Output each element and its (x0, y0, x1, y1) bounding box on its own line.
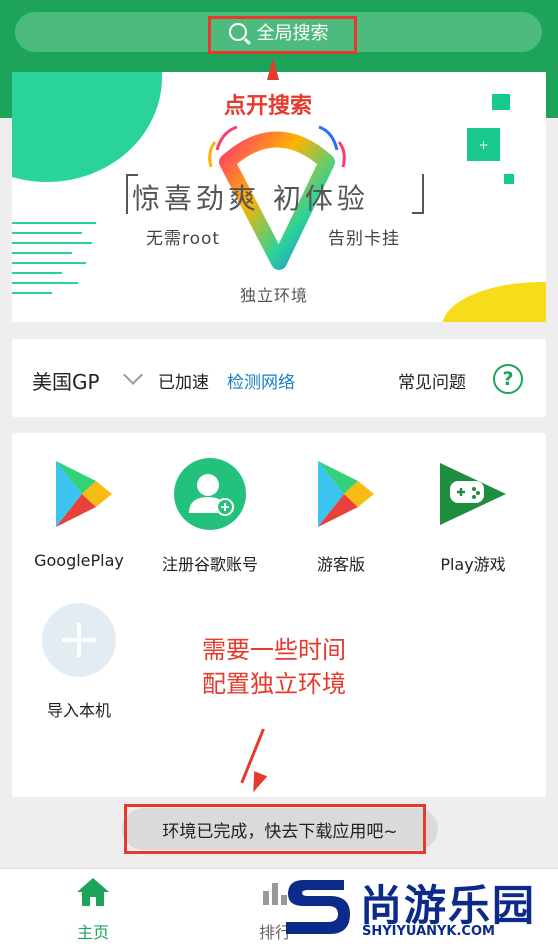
annotation-highlight-status (124, 804, 426, 854)
decor-square (504, 174, 514, 184)
chevron-down-icon[interactable] (123, 365, 143, 385)
app-label: GooglePlay (34, 551, 124, 570)
plus-icon (42, 603, 116, 677)
annotation-wait-line1: 需要一些时间 (202, 636, 346, 664)
register-account-icon (174, 458, 246, 530)
annotation-arrow-up (267, 58, 279, 80)
banner-bottom-tag: 独立环境 (240, 286, 309, 305)
check-network-link[interactable]: 检测网络 (227, 368, 295, 393)
google-play-icon (56, 461, 112, 527)
decor-circle (12, 72, 162, 182)
app-label: 导入本机 (46, 701, 111, 720)
app-play-games[interactable]: Play游戏 (408, 457, 538, 575)
decor-blob (442, 282, 546, 322)
annotation-tap-search: 点开搜索 (224, 94, 313, 119)
network-card: 美国GP 已加速 检测网络 常见问题 ? (12, 339, 546, 417)
app-import-local[interactable]: 导入本机 (14, 603, 144, 721)
app-label: 游客版 (316, 555, 365, 574)
decor-square (492, 94, 510, 110)
app-register-account[interactable]: 注册谷歌账号 (145, 457, 275, 575)
acceleration-status: 已加速 (158, 373, 209, 393)
watermark: 尚游乐园 SHYIYUANYK.COM (276, 872, 558, 944)
banner-headline: 惊喜劲爽 初体验 (132, 182, 369, 215)
promo-banner[interactable]: + 惊喜劲爽 初体验 无需root 告别卡挂 独立环境 点开搜索 (12, 72, 546, 322)
watermark-url: SHYIYUANYK.COM (362, 924, 495, 939)
app-google-play[interactable]: GooglePlay (14, 457, 144, 570)
decor-square-plus: + (467, 128, 500, 161)
tab-home-label: 主页 (76, 923, 109, 942)
play-games-icon (440, 463, 506, 525)
annotation-arrow-down (246, 771, 268, 795)
annotation-wait-line2: 配置独立环境 (202, 670, 346, 698)
app-label: Play游戏 (440, 555, 506, 574)
decor-bracket (412, 174, 424, 214)
home-icon (77, 878, 109, 906)
app-guest-version[interactable]: 游客版 (276, 457, 406, 575)
banner-left-tag: 无需root (146, 229, 221, 249)
watermark-logo-icon (286, 880, 350, 934)
decor-lines (12, 222, 96, 302)
help-icon[interactable]: ? (493, 364, 523, 394)
banner-right-tag: 告别卡挂 (328, 229, 400, 249)
apps-grid: GooglePlay 注册谷歌账号 游客版 Play游戏 导入本机 需要一些时间… (12, 433, 546, 797)
faq-link[interactable]: 常见问题 (398, 368, 466, 393)
tab-home[interactable]: 主页 (58, 877, 128, 943)
google-play-icon (318, 461, 374, 527)
app-label: 注册谷歌账号 (161, 555, 258, 574)
annotation-highlight-search (208, 16, 357, 54)
region-selector[interactable]: 美国GP (32, 366, 100, 395)
annotation-wait-note: 需要一些时间 配置独立环境 (202, 633, 346, 701)
